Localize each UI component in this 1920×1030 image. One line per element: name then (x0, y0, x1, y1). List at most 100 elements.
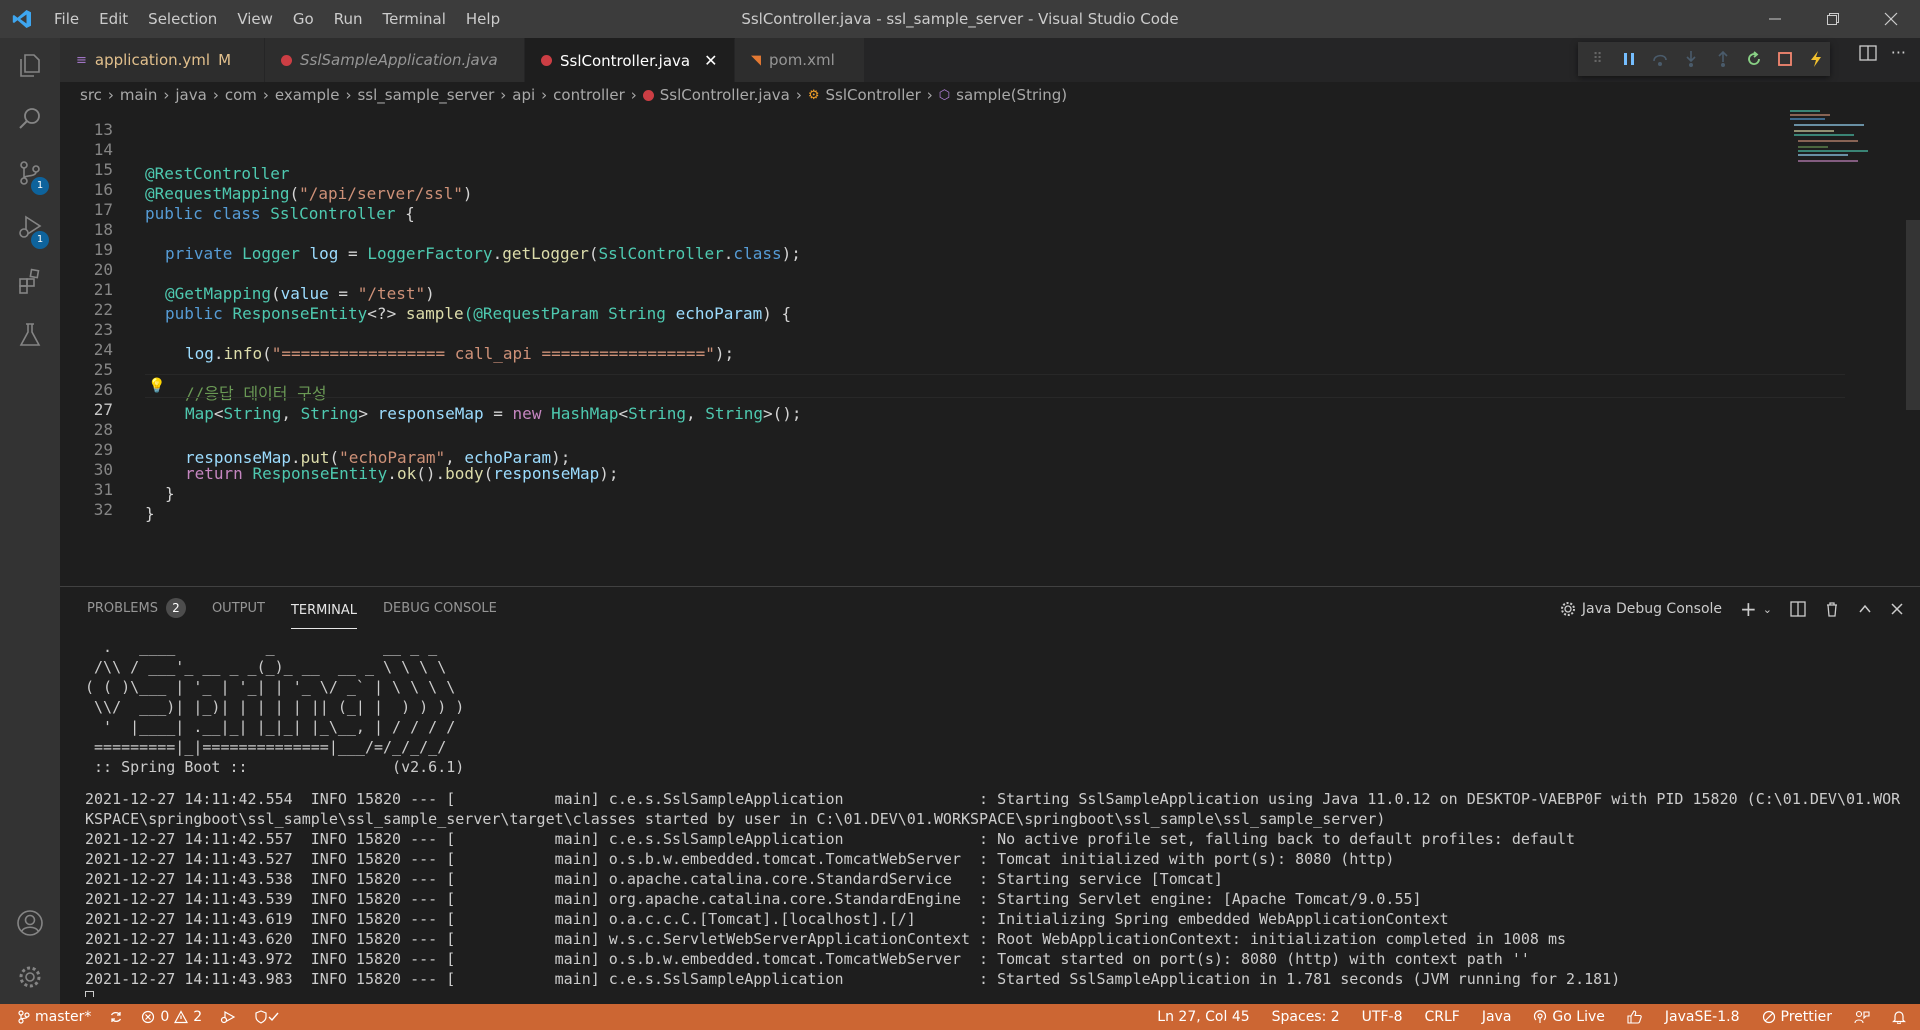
step-over-button[interactable] (1647, 45, 1674, 73)
minimize-button[interactable] (1746, 0, 1804, 38)
trash-icon[interactable] (1824, 601, 1840, 617)
tab-pom-xml[interactable]: ◥ pom.xml (735, 38, 865, 82)
debug-launch-button[interactable] (220, 1010, 236, 1024)
end-of-line[interactable]: CRLF (1424, 1009, 1459, 1025)
close-tab-icon[interactable]: ✕ (704, 51, 717, 70)
breadcrumb-item[interactable]: ssl_sample_server (357, 86, 494, 104)
restore-button[interactable] (1804, 0, 1862, 38)
chevron-right-icon: › (163, 86, 170, 104)
tab-debug-console[interactable]: DEBUG CONSOLE (383, 587, 497, 631)
language-mode[interactable]: Java (1482, 1009, 1512, 1025)
prettier-label: Prettier (1780, 1009, 1833, 1025)
cursor-position[interactable]: Ln 27, Col 45 (1157, 1009, 1249, 1025)
chevron-down-icon[interactable]: ⌄ (1763, 603, 1772, 616)
breadcrumb-item[interactable]: java (175, 86, 206, 104)
terminal-line: ' |____| .__|_| |_|_| |_\__, | / / / / (85, 718, 456, 736)
terminal-cursor (85, 990, 94, 997)
source-control-button[interactable]: 1 (0, 146, 60, 200)
breadcrumb-item[interactable]: main (120, 86, 157, 104)
code-editor[interactable]: 13 14 @RestController 15 @RequestMapping… (60, 108, 1920, 586)
panel-tabs: PROBLEMS 2 OUTPUT TERMINAL DEBUG CONSOLE (87, 587, 497, 631)
tab-output[interactable]: OUTPUT (212, 587, 265, 631)
close-window-button[interactable] (1862, 0, 1920, 38)
restart-button[interactable] (1740, 45, 1767, 73)
maximize-panel-icon[interactable] (1858, 602, 1872, 616)
line-number: 32 (93, 500, 113, 519)
debug-toolbar: ⠿ (1578, 42, 1830, 76)
menu-go[interactable]: Go (283, 0, 324, 38)
minimap[interactable] (1790, 108, 1900, 168)
notifications-button[interactable] (1892, 1010, 1906, 1024)
run-debug-button[interactable]: 1 (0, 200, 60, 254)
window-controls (1746, 0, 1920, 38)
indentation[interactable]: Spaces: 2 (1272, 1009, 1340, 1025)
pause-icon (1623, 53, 1634, 65)
accounts-button[interactable] (0, 896, 60, 950)
menu-terminal[interactable]: Terminal (373, 0, 456, 38)
restore-icon (1827, 13, 1839, 25)
menu-edit[interactable]: Edit (89, 0, 138, 38)
menu-run[interactable]: Run (324, 0, 373, 38)
tab-sslcontroller[interactable]: SslController.java ✕ (525, 38, 735, 82)
thumbs-up-button[interactable] (1627, 1010, 1643, 1024)
shield-check-icon (255, 1010, 279, 1024)
sync-button[interactable] (109, 1010, 123, 1024)
run-debug-icon (221, 1010, 236, 1024)
breadcrumb-item[interactable]: example (275, 86, 340, 104)
vscode-logo-icon (0, 0, 44, 38)
menu-selection[interactable]: Selection (138, 0, 227, 38)
tab-problems[interactable]: PROBLEMS 2 (87, 587, 186, 631)
person-feedback-icon (1854, 1010, 1870, 1024)
breadcrumb-item[interactable]: api (512, 86, 535, 104)
breadcrumb-item[interactable]: controller (553, 86, 625, 104)
go-live-button[interactable]: Go Live (1533, 1009, 1605, 1025)
terminal-output[interactable]: . ____ _ __ _ _ /\\ / ___'_ __ _ _(_)_ _… (85, 637, 1915, 997)
search-button[interactable] (0, 92, 60, 146)
prettier-button[interactable]: Prettier (1762, 1009, 1833, 1025)
breadcrumb-item[interactable]: com (225, 86, 257, 104)
breadcrumb-file[interactable]: SslController.java (660, 86, 790, 104)
terminal-select-dropdown[interactable]: Java Debug Console (1560, 601, 1722, 617)
breadcrumb-class[interactable]: SslController (826, 86, 921, 104)
menu-view[interactable]: View (227, 0, 283, 38)
feedback-button[interactable] (1854, 1010, 1870, 1024)
close-panel-icon[interactable] (1890, 602, 1904, 616)
split-terminal-icon[interactable] (1790, 601, 1806, 617)
drag-handle-icon[interactable]: ⠿ (1584, 45, 1611, 73)
tab-terminal[interactable]: TERMINAL (290, 589, 358, 629)
hot-code-replace-button[interactable] (1803, 45, 1830, 73)
step-into-button[interactable] (1678, 45, 1705, 73)
warning-icon (174, 1010, 189, 1024)
stop-button[interactable] (1772, 45, 1799, 73)
tab-sslsampleapplication[interactable]: SslSampleApplication.java (265, 38, 525, 82)
more-actions-icon[interactable]: ··· (1891, 44, 1906, 62)
lightning-icon (1811, 51, 1822, 67)
breadcrumb-method[interactable]: sample(String) (956, 86, 1067, 104)
terminal-line: 2021-12-27 14:11:43.538 INFO 15820 --- [… (85, 870, 1223, 888)
tab-label: SslController.java (560, 51, 691, 70)
pause-button[interactable] (1615, 45, 1642, 73)
extensions-button[interactable] (0, 254, 60, 308)
terminal-line: 2021-12-27 14:11:43.527 INFO 15820 --- [… (85, 850, 1395, 868)
java-version[interactable]: JavaSE-1.8 (1665, 1009, 1740, 1025)
terminal-line: ( ( )\___ | '_ | '_| | '_ \/ _` | \ \ \ … (85, 678, 456, 696)
branch-indicator[interactable]: master* (18, 1009, 91, 1025)
encoding[interactable]: UTF-8 (1362, 1009, 1403, 1025)
step-out-button[interactable] (1709, 45, 1736, 73)
menu-help[interactable]: Help (456, 0, 510, 38)
manage-button[interactable] (0, 950, 60, 1004)
testing-button[interactable] (0, 308, 60, 362)
breadcrumb-item[interactable]: src (80, 86, 102, 104)
chevron-right-icon: › (795, 86, 802, 104)
security-check-button[interactable] (254, 1010, 280, 1024)
menu-file[interactable]: File (44, 0, 89, 38)
split-editor-icon[interactable] (1859, 44, 1877, 62)
add-terminal-icon[interactable]: + (1740, 597, 1757, 621)
chevron-right-icon: › (107, 86, 114, 104)
explorer-button[interactable] (0, 38, 60, 92)
tab-application-yml[interactable]: ≡ application.yml M (60, 38, 265, 82)
debug-gear-icon (1560, 602, 1575, 616)
problems-indicator[interactable]: 0 2 (141, 1009, 202, 1025)
editor-scrollbar[interactable] (1906, 220, 1920, 410)
